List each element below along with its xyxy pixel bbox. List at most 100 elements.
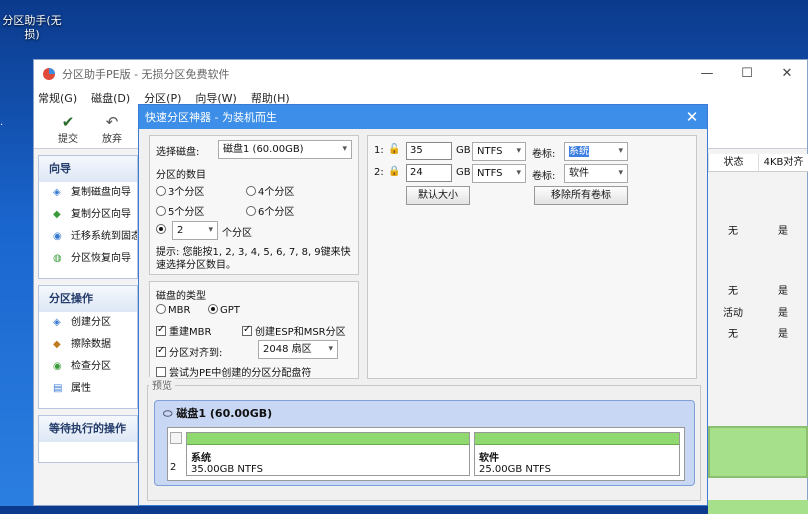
partition-2-label-dropdown[interactable]: 软件 ▾ <box>564 164 628 183</box>
sidebar-item-create-partition[interactable]: ◈ 创建分区 <box>39 312 137 334</box>
wizard-panel-title: 向导 <box>39 156 137 182</box>
disk-type-label: 磁盘的类型 <box>156 291 206 302</box>
preview-partition-number: 2 <box>170 462 177 473</box>
partition-1-label-caption: 卷标: <box>532 149 556 160</box>
disk-map-partition[interactable] <box>708 426 808 478</box>
sidebar-item-properties[interactable]: ▤ 属性 <box>39 378 137 400</box>
checkbox-rebuild-mbr[interactable]: 重建MBR <box>156 323 211 338</box>
undo-icon: ↶ <box>105 113 119 131</box>
wizard-panel: 向导 ◈ 复制磁盘向导 ◆ 复制分区向导 ◉ 迁移系统到固态 ◍ 分区恢复向导 <box>38 155 138 279</box>
menu-general[interactable]: 常规(G) <box>38 90 77 106</box>
disk-icon: ⬭ <box>163 407 173 420</box>
app-title-bar: 分区助手PE版 - 无损分区免费软件 — ☐ ✕ <box>34 60 807 87</box>
partition-copy-icon: ◆ <box>53 209 61 220</box>
lock-icon: 🔒 <box>388 166 401 177</box>
partition-1-label-dropdown[interactable]: 系统 ▾ <box>564 142 628 161</box>
table-row[interactable]: 无是 <box>708 222 808 237</box>
disk-type-group: 磁盘的类型 MBR GPT 重建MBR 创建ESP和MSR分区 分区对齐到: 2… <box>149 281 359 379</box>
recover-icon: ◍ <box>53 253 62 264</box>
chevron-down-icon: ▾ <box>208 225 213 235</box>
remove-labels-button[interactable]: 移除所有卷标 <box>534 186 628 205</box>
sidebar-item-copy-disk[interactable]: ◈ 复制磁盘向导 <box>39 182 137 204</box>
partition-count-group: 选择磁盘: 磁盘1 (60.00GB) ▾ 分区的数目 3个分区 4个分区 5个分… <box>149 135 359 275</box>
pending-ops-title: 等待执行的操作 <box>39 416 137 442</box>
dialog-close-icon[interactable]: ✕ <box>677 108 707 126</box>
migrate-icon: ◉ <box>53 231 62 242</box>
preview-partition-software[interactable]: 软件 25.00GB NTFS <box>474 432 680 476</box>
preview-disk-title: ⬭ 磁盘1 (60.00GB) <box>163 407 273 420</box>
partition-count-label: 分区的数目 <box>156 170 206 181</box>
partition-1-index: 1: <box>374 145 384 156</box>
column-4kb-align[interactable]: 4KB对齐 <box>758 154 808 171</box>
partition-ops-title: 分区操作 <box>39 286 137 312</box>
sidebar-item-copy-partition[interactable]: ◆ 复制分区向导 <box>39 204 137 226</box>
partition-1-fs-dropdown[interactable]: NTFS ▾ <box>472 142 526 161</box>
radio-gpt[interactable]: GPT <box>208 304 240 316</box>
minimize-icon[interactable]: — <box>687 66 727 81</box>
chevron-down-icon: ▾ <box>342 144 347 154</box>
desktop-icon-partition-assistant[interactable]: 分区助手(无损) <box>2 14 62 42</box>
checkbox-pe-letter[interactable]: 尝试为PE中创建的分区分配盘符 <box>156 364 311 379</box>
discard-label: 放弃 <box>102 134 122 145</box>
partition-1-unit: GB <box>456 145 471 156</box>
partition-2-index: 2: <box>374 167 384 178</box>
custom-count-suffix: 个分区 <box>222 228 252 239</box>
pending-ops-panel: 等待执行的操作 <box>38 415 138 463</box>
radio-6-partitions[interactable]: 6个分区 <box>246 203 294 218</box>
dialog-title: 快速分区神器 - 为装机而生 <box>145 111 277 124</box>
chevron-down-icon: ▾ <box>516 168 521 178</box>
radio-5-partitions[interactable]: 5个分区 <box>156 203 204 218</box>
checkbox-align[interactable]: 分区对齐到: <box>156 344 222 359</box>
radio-4-partitions[interactable]: 4个分区 <box>246 183 294 198</box>
partition-2-unit: GB <box>456 167 471 178</box>
table-row[interactable]: 活动是 <box>708 304 808 319</box>
select-disk-dropdown[interactable]: 磁盘1 (60.00GB) ▾ <box>218 140 352 159</box>
wipe-icon: ◆ <box>53 339 61 350</box>
check-partition-icon: ◉ <box>53 361 62 372</box>
radio-3-partitions[interactable]: 3个分区 <box>156 183 204 198</box>
partition-2-size-input[interactable]: 24 <box>406 164 452 182</box>
app-title: 分区助手PE版 - 无损分区免费软件 <box>62 67 230 81</box>
desktop-edge-marker: · <box>0 120 4 131</box>
chevron-down-icon: ▾ <box>618 168 623 178</box>
discard-button[interactable]: ↶ 放弃 <box>90 114 134 148</box>
select-disk-label: 选择磁盘: <box>156 147 200 158</box>
submit-label: 提交 <box>58 134 78 145</box>
sidebar-item-check-partition[interactable]: ◉ 检查分区 <box>39 356 137 378</box>
sidebar-item-wipe-data[interactable]: ◆ 擦除数据 <box>39 334 137 356</box>
preview-disk: ⬭ 磁盘1 (60.00GB) 2 系统 35.00GB NTFS 软件 25.0… <box>154 400 695 486</box>
disk-map-partition-2[interactable] <box>708 500 808 514</box>
table-row[interactable]: 无是 <box>708 282 808 297</box>
chevron-down-icon: ▾ <box>516 146 521 156</box>
properties-icon: ▤ <box>53 383 63 394</box>
sidebar: 向导 ◈ 复制磁盘向导 ◆ 复制分区向导 ◉ 迁移系统到固态 ◍ 分区恢复向导 分区操作… <box>38 155 138 501</box>
partition-ops-panel: 分区操作 ◈ 创建分区 ◆ 擦除数据 ◉ 检查分区 ▤ 属性 <box>38 285 138 409</box>
radio-mbr[interactable]: MBR <box>156 304 190 316</box>
custom-count-dropdown[interactable]: 2 ▾ <box>172 221 218 240</box>
preview-partition-map: 2 系统 35.00GB NTFS 软件 25.00GB NTFS <box>167 427 685 481</box>
chevron-down-icon: ▾ <box>618 146 623 156</box>
menu-disk[interactable]: 磁盘(D) <box>91 90 130 106</box>
preview-disk-checkbox <box>170 432 182 444</box>
table-row[interactable]: 无是 <box>708 325 808 340</box>
sidebar-item-migrate-os[interactable]: ◉ 迁移系统到固态 <box>39 226 137 248</box>
create-partition-icon: ◈ <box>53 317 61 328</box>
preview-label: 预览 <box>149 377 175 392</box>
radio-custom-count[interactable] <box>156 224 168 236</box>
partition-2-label-caption: 卷标: <box>532 171 556 182</box>
default-size-button[interactable]: 默认大小 <box>406 186 470 205</box>
preview-partition-system[interactable]: 系统 35.00GB NTFS <box>186 432 470 476</box>
sidebar-item-recover-partition[interactable]: ◍ 分区恢复向导 <box>39 248 137 270</box>
maximize-icon[interactable]: ☐ <box>727 66 767 81</box>
submit-button[interactable]: ✔ 提交 <box>46 114 90 148</box>
close-icon[interactable]: ✕ <box>767 66 807 81</box>
hint-text: 提示: 您能按1, 2, 3, 4, 5, 6, 7, 8, 9键来快速选择分区… <box>156 247 351 271</box>
partition-2-fs-dropdown[interactable]: NTFS ▾ <box>472 164 526 183</box>
partition-1-size-input[interactable]: 35 <box>406 142 452 160</box>
app-logo-icon <box>43 67 55 80</box>
column-status[interactable]: 状态 <box>708 154 758 171</box>
chevron-down-icon: ▾ <box>328 344 333 354</box>
align-dropdown[interactable]: 2048 扇区 ▾ <box>258 340 338 359</box>
disk-copy-icon: ◈ <box>53 187 61 198</box>
checkbox-create-esp[interactable]: 创建ESP和MSR分区 <box>242 323 346 338</box>
